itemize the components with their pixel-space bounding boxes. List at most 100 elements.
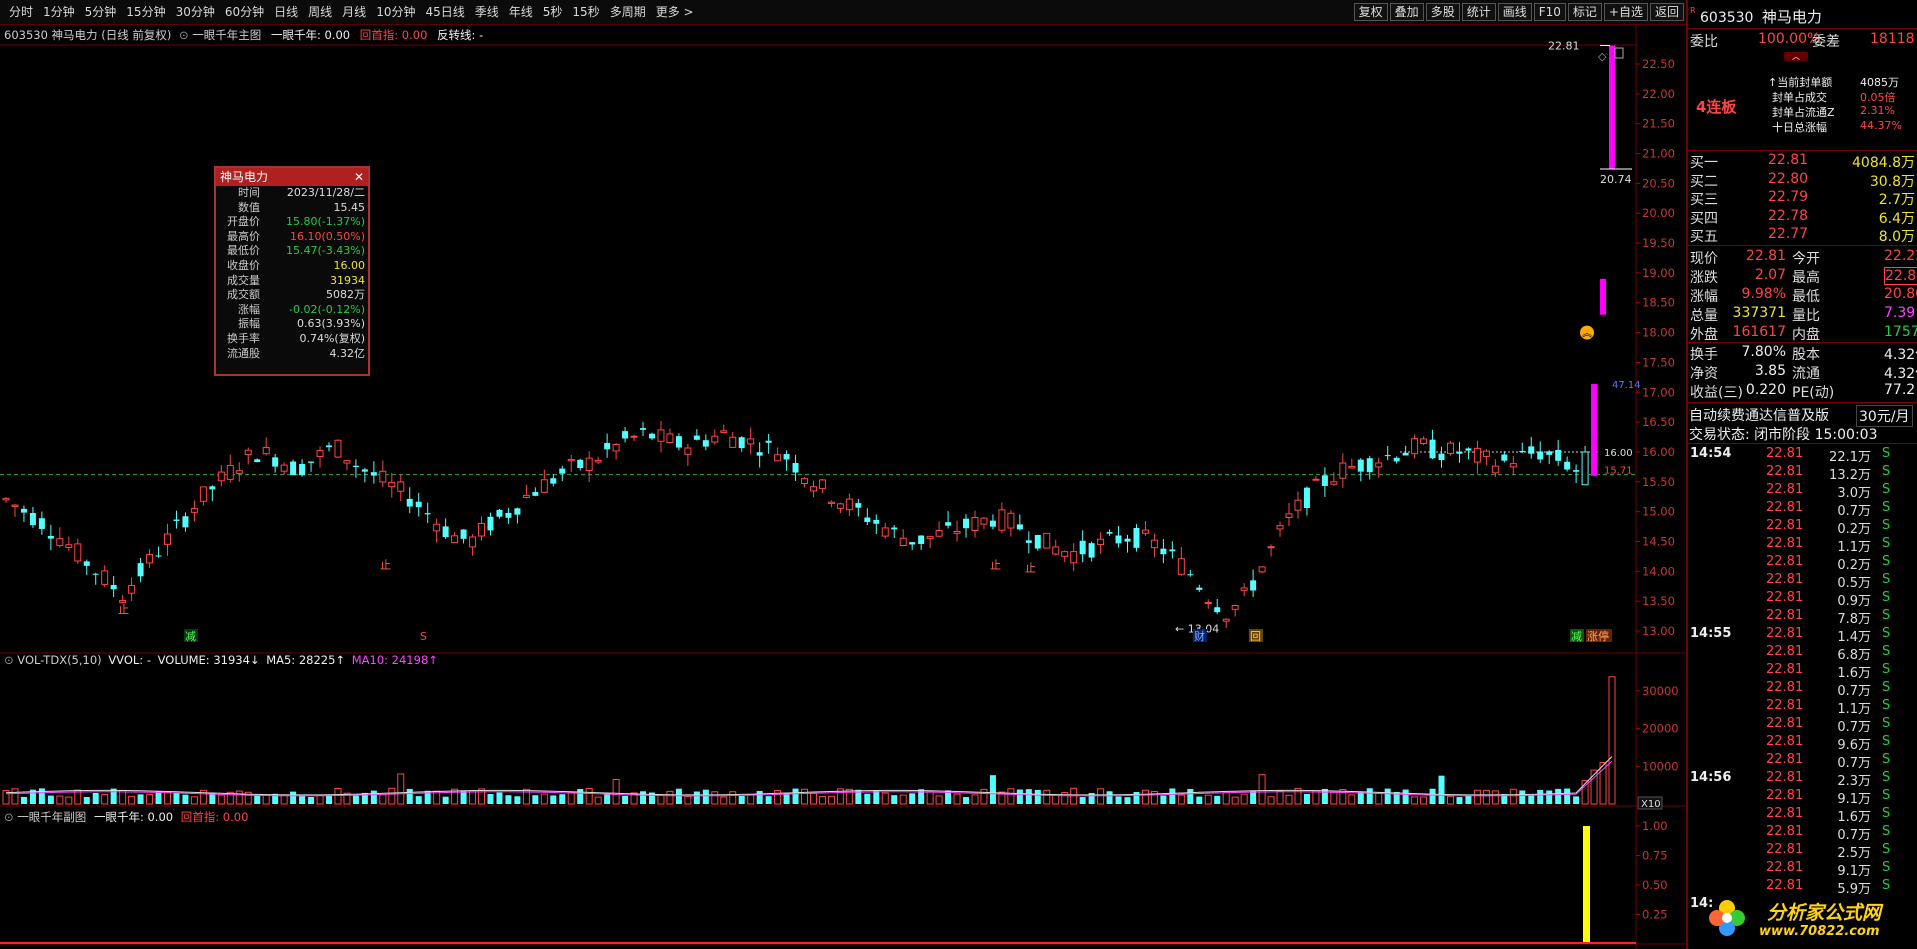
candle-body[interactable]	[899, 537, 907, 546]
candle-body[interactable]	[352, 465, 359, 468]
volume-bar[interactable]	[989, 775, 996, 804]
volume-bar[interactable]	[809, 792, 817, 805]
candle-body[interactable]	[1447, 442, 1455, 454]
volume-bar[interactable]	[1348, 794, 1356, 805]
volume-bar[interactable]	[163, 791, 171, 805]
volume-bar[interactable]	[1482, 789, 1490, 805]
tool-button[interactable]: 返回	[1649, 3, 1684, 21]
volume-bar[interactable]	[1250, 790, 1257, 804]
tool-button[interactable]: 标记	[1567, 3, 1602, 21]
candle-body[interactable]	[1509, 463, 1517, 468]
candle-body[interactable]	[845, 498, 853, 511]
candle-body[interactable]	[29, 512, 36, 526]
candle-body[interactable]	[594, 459, 602, 463]
candle-body[interactable]	[47, 535, 54, 539]
volume-bar[interactable]	[1106, 791, 1113, 804]
candle-body[interactable]	[1034, 535, 1041, 549]
candle-body[interactable]	[1348, 466, 1356, 469]
candle-body[interactable]	[684, 447, 692, 455]
candle-body[interactable]	[1501, 454, 1508, 461]
volume-bar[interactable]	[1214, 795, 1221, 804]
volume-bar[interactable]	[101, 794, 109, 805]
candle-body[interactable]	[1482, 450, 1490, 457]
candle-body[interactable]	[325, 445, 332, 448]
volume-bar[interactable]	[254, 795, 261, 804]
volume-bar[interactable]	[406, 788, 413, 804]
volume-bar[interactable]	[1491, 790, 1499, 805]
volume-bar[interactable]	[1169, 788, 1176, 804]
square-icon[interactable]	[1614, 47, 1624, 59]
volume-bar[interactable]	[235, 790, 243, 805]
period-tab[interactable]: 10分钟	[371, 4, 420, 20]
candle-body[interactable]	[1581, 451, 1589, 486]
candle-body[interactable]	[1537, 451, 1544, 460]
volume-bar[interactable]	[1276, 790, 1284, 805]
candle-body[interactable]	[1420, 438, 1428, 444]
volume-bar[interactable]	[352, 795, 359, 804]
tool-button[interactable]: 画线	[1497, 3, 1532, 21]
candle-body[interactable]	[765, 440, 772, 443]
volume-bar[interactable]	[953, 793, 961, 805]
candle-body[interactable]	[729, 436, 737, 448]
candle-body[interactable]	[935, 529, 943, 537]
volume-bar[interactable]	[182, 794, 189, 804]
candle-body[interactable]	[1303, 487, 1310, 508]
volume-bar[interactable]	[1375, 792, 1383, 805]
candle-body[interactable]	[1609, 45, 1615, 170]
candle-body[interactable]	[604, 443, 611, 450]
candle-body[interactable]	[190, 508, 198, 513]
volume-bar[interactable]	[1537, 789, 1544, 804]
volume-bar[interactable]	[1007, 788, 1015, 805]
volume-bar[interactable]	[1141, 789, 1149, 805]
volume-bar[interactable]	[881, 792, 889, 805]
volume-bar[interactable]	[909, 793, 916, 804]
volume-bar[interactable]	[594, 796, 602, 805]
volume-bar[interactable]	[1196, 796, 1203, 804]
candle-body[interactable]	[1061, 551, 1069, 557]
candle-body[interactable]	[953, 531, 961, 534]
volume-bar[interactable]	[128, 795, 136, 805]
volume-bar[interactable]	[442, 796, 449, 804]
candle-body[interactable]	[155, 555, 162, 557]
candle-body[interactable]	[1600, 278, 1607, 315]
tool-button[interactable]: 统计	[1461, 3, 1496, 21]
volume-bar[interactable]	[540, 793, 548, 805]
volume-bar[interactable]	[11, 788, 19, 805]
candle-body[interactable]	[74, 543, 82, 562]
candle-body[interactable]	[1141, 529, 1149, 534]
data-popup[interactable]: 神马电力 ✕ 时间 2023/11/28/二 数值 15.45 开盘价 15.80(-1.…	[214, 166, 370, 376]
volume-bar[interactable]	[559, 794, 566, 804]
candle-body[interactable]	[1088, 543, 1095, 558]
volume-bar[interactable]	[711, 791, 719, 805]
event-label-zhangting[interactable]: 涨停	[1587, 629, 1609, 643]
volume-bar[interactable]	[720, 796, 728, 805]
candle-body[interactable]	[343, 460, 351, 464]
candle-body[interactable]	[199, 486, 207, 502]
candle-body[interactable]	[702, 440, 709, 447]
volume-bar[interactable]	[487, 794, 494, 804]
volume-bar[interactable]	[550, 795, 557, 804]
volume-bar[interactable]	[585, 787, 593, 805]
volume-bar[interactable]	[702, 789, 709, 804]
candle-body[interactable]	[1016, 524, 1023, 530]
candle-body[interactable]	[110, 585, 117, 590]
volume-bar[interactable]	[567, 792, 575, 805]
candle-body[interactable]	[881, 527, 889, 537]
volume-bar[interactable]	[1222, 792, 1230, 805]
volume-bar[interactable]	[971, 794, 979, 805]
volume-bar[interactable]	[980, 788, 988, 805]
candle-body[interactable]	[945, 522, 952, 526]
event-label-cai[interactable]: 财	[1194, 629, 1205, 643]
volume-bar[interactable]	[217, 794, 225, 805]
candle-body[interactable]	[585, 457, 593, 472]
volume-bar[interactable]	[1366, 788, 1373, 804]
volume-bar[interactable]	[92, 792, 99, 804]
volume-bar[interactable]	[20, 796, 27, 804]
candle-body[interactable]	[1169, 549, 1176, 552]
volume-bar[interactable]	[1160, 795, 1167, 804]
candle-body[interactable]	[1519, 450, 1526, 452]
candle-body[interactable]	[415, 501, 422, 508]
volume-bar[interactable]	[1204, 794, 1212, 805]
volume-bar[interactable]	[1016, 789, 1023, 804]
volume-bar[interactable]	[738, 795, 745, 804]
